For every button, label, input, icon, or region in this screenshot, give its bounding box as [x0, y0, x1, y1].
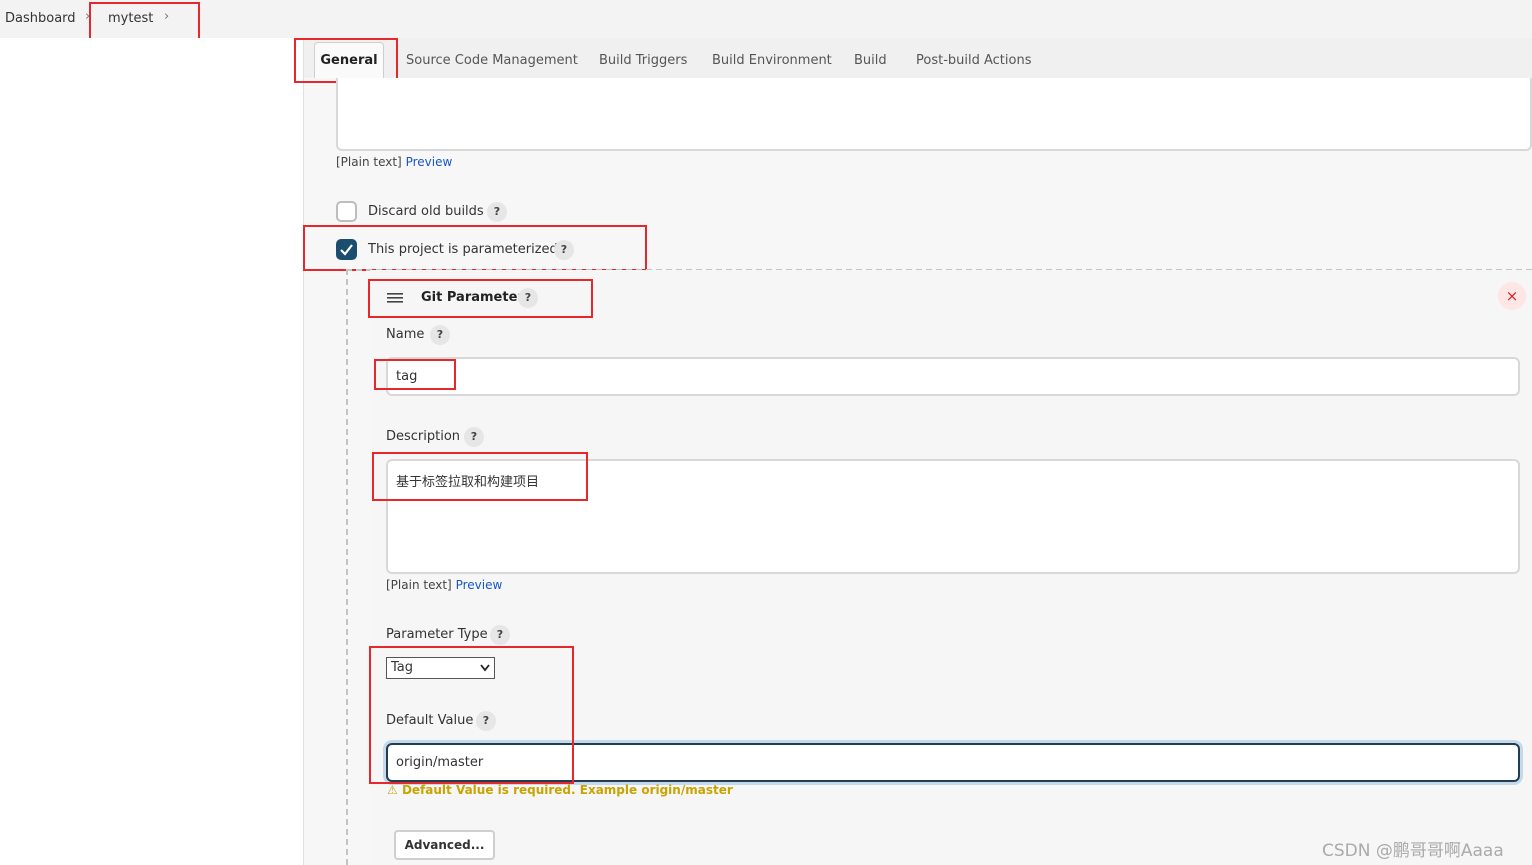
name-input[interactable]: tag [386, 357, 1520, 396]
watermark: CSDN @鹏哥哥啊Aaaa [1322, 841, 1504, 861]
sidebar [0, 38, 304, 865]
description-format-hint: [Plain text] Preview [386, 578, 502, 592]
breadcrumb-dashboard[interactable]: Dashboard [5, 11, 76, 26]
annotation-box [372, 452, 588, 501]
preview-link[interactable]: Preview [406, 155, 453, 169]
help-icon[interactable]: ? [430, 325, 450, 345]
breadcrumb [0, 0, 1532, 38]
tab-source-code-management[interactable]: Source Code Management [406, 53, 578, 68]
tab-build-environment[interactable]: Build Environment [712, 53, 832, 68]
close-icon[interactable]: × [1498, 282, 1526, 310]
tab-build[interactable]: Build [854, 53, 887, 68]
discard-old-builds-checkbox[interactable] [336, 201, 357, 222]
preview-link[interactable]: Preview [456, 578, 503, 592]
plain-text-label: [Plain text] [336, 155, 402, 169]
annotation-box [368, 279, 593, 318]
annotation-box [303, 225, 647, 271]
annotation-box [369, 646, 574, 784]
tab-build-triggers[interactable]: Build Triggers [599, 53, 687, 68]
warning-text: Default Value is required. Example origi… [401, 783, 733, 797]
name-label: Name [386, 327, 425, 342]
tab-post-build-actions[interactable]: Post-build Actions [916, 53, 1031, 68]
default-value-warning: ⚠ Default Value is required. Example ori… [387, 783, 733, 797]
annotation-box [294, 38, 398, 83]
help-icon[interactable]: ? [464, 427, 484, 447]
discard-old-builds-label: Discard old builds [368, 204, 484, 219]
plain-text-label: [Plain text] [386, 578, 452, 592]
help-icon[interactable]: ? [490, 625, 510, 645]
description-label: Description [386, 429, 461, 444]
warning-icon: ⚠ [387, 783, 398, 797]
project-description-textarea[interactable] [336, 78, 1532, 151]
parameter-type-label: Parameter Type [386, 627, 488, 642]
description-format-hint: [Plain text] Preview [336, 155, 452, 169]
annotation-box [374, 359, 456, 390]
advanced-button[interactable]: Advanced... [394, 830, 495, 860]
help-icon[interactable]: ? [487, 202, 507, 222]
